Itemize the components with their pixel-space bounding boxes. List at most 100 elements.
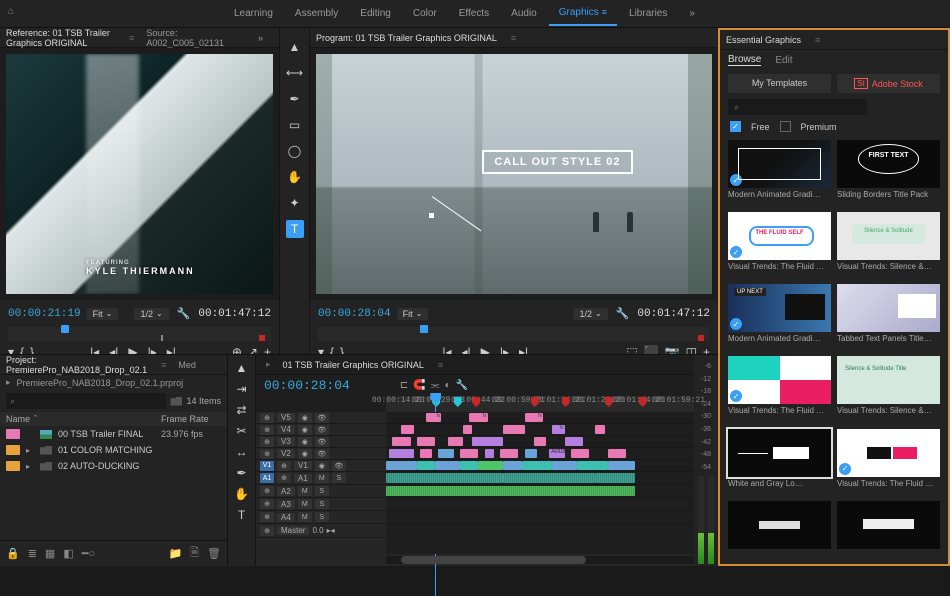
trash-icon[interactable]: 🗑 [207, 547, 221, 560]
eg-tab-edit[interactable]: Edit [775, 55, 792, 66]
ref-res-dropdown[interactable]: 1/2 [134, 308, 168, 320]
track-headers: ⊕V5◉👁 ⊕V4◉👁 ⊕V3◉👁 ⊕V2◉👁 V1⊕V1◉👁 A1⊕A1MS … [256, 412, 386, 554]
pen-tool-icon[interactable]: ✒ [236, 466, 246, 480]
new-bin-icon[interactable]: 📁 [168, 547, 182, 560]
ws-learning[interactable]: Learning [224, 2, 283, 25]
tab-sequence[interactable]: 01 TSB Trailer Graphics ORIGINAL [283, 360, 424, 370]
eg-template[interactable]: Tabbed Text Panels Title… [837, 284, 940, 352]
snap-icon[interactable]: 🧲 [413, 380, 425, 391]
ws-color[interactable]: Color [403, 2, 447, 25]
selection-tool-icon[interactable]: ▲ [236, 361, 248, 375]
marker-span-icon[interactable]: ◐ [445, 380, 451, 391]
list-view-icon[interactable]: ≣ [28, 547, 37, 560]
ws-effects[interactable]: Effects [449, 2, 499, 25]
eg-source-adobe-stock[interactable]: StAdobe Stock [837, 74, 940, 93]
razor-tool-icon[interactable]: ✂ [236, 424, 246, 438]
ws-editing[interactable]: Editing [350, 2, 401, 25]
tab-media[interactable]: Med [178, 360, 196, 370]
timeline-tracks[interactable]: A003 [386, 412, 694, 554]
eg-template[interactable]: Visual Trends: Silence &… [837, 356, 940, 424]
sort-asc-icon[interactable]: ˆ [34, 414, 37, 424]
hand-tool-icon[interactable]: ✋ [286, 168, 304, 186]
nest-icon[interactable]: ⊏ [400, 380, 408, 391]
new-item-icon[interactable]: 🗎 [190, 544, 199, 563]
rectangle-tool-icon[interactable]: ▭ [286, 116, 304, 134]
reference-video[interactable]: FEATURINGKYLE THIERMANN [6, 54, 273, 294]
ripple-edit-icon[interactable]: ⇄ [236, 403, 246, 417]
ref-time-ruler[interactable] [8, 327, 271, 341]
eg-template[interactable] [728, 501, 831, 560]
settings-icon[interactable]: 🔧 [456, 380, 468, 391]
bin-back-icon[interactable]: ▸ [6, 377, 11, 388]
source-patch-icon[interactable]: ▸ [266, 359, 271, 370]
slip-tool-icon[interactable]: ↔ [236, 445, 248, 459]
ws-audio[interactable]: Audio [501, 2, 547, 25]
eg-template[interactable]: ✓Visual Trends: The Fluid … [728, 212, 831, 280]
track-select-icon[interactable]: ⇥ [236, 382, 246, 396]
timeline-timecode[interactable]: 00:00:28:04 [264, 378, 350, 393]
linked-selection-icon[interactable]: ⫘ [431, 380, 440, 391]
tab-program[interactable]: Program: 01 TSB Trailer Graphics ORIGINA… [316, 33, 497, 43]
checkbox-premium[interactable] [780, 121, 791, 132]
prog-timecode-current[interactable]: 00:00:28:04 [318, 308, 391, 320]
eg-search-input[interactable] [728, 99, 867, 115]
icon-view-icon[interactable]: ▦ [45, 547, 55, 560]
folder-icon [40, 462, 52, 471]
wrench-icon[interactable]: 🔧 [614, 305, 632, 322]
mix-icon[interactable]: ▸◂ [327, 526, 335, 535]
type-tool-icon[interactable]: T [286, 220, 304, 238]
eg-template-grid[interactable]: ✓Modern Animated Gradi… Sliding Borders … [720, 136, 948, 564]
home-icon[interactable]: ⌂ [8, 6, 24, 22]
tab-reference[interactable]: Reference: 01 TSB Trailer Graphics ORIGI… [6, 28, 115, 48]
eg-source-my-templates[interactable]: My Templates [728, 74, 831, 93]
eg-template[interactable]: Visual Trends: Silence &… [837, 212, 940, 280]
ws-overflow[interactable]: » [679, 4, 705, 23]
wrench-icon[interactable]: 🔧 [175, 305, 193, 322]
project-filename: PremierePro_NAB2018_Drop_02.1.prproj [17, 378, 184, 388]
tab-essential-graphics[interactable]: Essential Graphics [726, 35, 801, 45]
prog-res-dropdown[interactable]: 1/2 [573, 308, 607, 320]
eg-template[interactable]: ✓Modern Animated Gradi… [728, 140, 831, 208]
project-search-input[interactable] [6, 393, 166, 409]
eg-template[interactable] [837, 501, 940, 560]
project-item[interactable]: ▸ 02 AUTO-DUCKING [0, 458, 227, 474]
eg-template[interactable]: White and Gray Lo… [728, 429, 831, 497]
freeform-view-icon[interactable]: ◧ [63, 547, 73, 560]
pen-tool-icon[interactable]: ✒ [286, 90, 304, 108]
lock-icon[interactable]: 🔒 [6, 547, 20, 560]
program-video[interactable]: CALL OUT STYLE 02 [316, 54, 712, 294]
tab-source[interactable]: Source: A002_C005_02131 [146, 28, 224, 48]
brush-tool-icon[interactable]: ✦ [286, 194, 304, 212]
eg-template[interactable]: ✓Modern Animated Gradi… [728, 284, 831, 352]
project-item[interactable]: 00 TSB Trailer FINAL23.976 fps [0, 426, 227, 442]
project-item[interactable]: ▸ 01 COLOR MATCHING [0, 442, 227, 458]
eg-template[interactable]: ✓Visual Trends: The Fluid … [728, 356, 831, 424]
tab-project[interactable]: Project: PremierePro_NAB2018_Drop_02.1 [6, 355, 147, 375]
callout-graphic[interactable]: CALL OUT STYLE 02 [482, 150, 632, 174]
timeline-ruler[interactable]: 00:00:14:23 00:00:29:23 00:00:44:22 00:0… [386, 396, 694, 412]
eg-template[interactable]: ✓Visual Trends: The Fluid … [837, 429, 940, 497]
prog-time-ruler[interactable] [318, 327, 710, 341]
vertical-type-tool-icon[interactable]: ⟷ [286, 64, 304, 82]
selection-tool-icon[interactable]: ▲ [286, 38, 304, 56]
eg-tab-browse[interactable]: Browse [728, 54, 761, 66]
type-tool-icon[interactable]: T [238, 508, 245, 522]
project-panel: Project: PremierePro_NAB2018_Drop_02.1≡ … [0, 355, 228, 566]
ws-assembly[interactable]: Assembly [285, 2, 348, 25]
zoom-slider[interactable]: ━○ [82, 547, 95, 560]
program-monitor: Program: 01 TSB Trailer Graphics ORIGINA… [310, 28, 718, 354]
hand-tool-icon[interactable]: ✋ [234, 487, 249, 501]
prog-zoom-dropdown[interactable]: Fit [397, 308, 429, 320]
ref-timecode-current[interactable]: 00:00:21:19 [8, 308, 81, 320]
ref-overflow[interactable]: » [248, 29, 273, 47]
project-list[interactable]: 00 TSB Trailer FINAL23.976 fps ▸ 01 COLO… [0, 426, 227, 540]
ws-libraries[interactable]: Libraries [619, 2, 677, 25]
ref-zoom-dropdown[interactable]: Fit [87, 308, 119, 320]
ws-graphics[interactable]: Graphics≡ [549, 1, 617, 26]
bin-icon[interactable] [170, 397, 182, 406]
checkbox-free[interactable]: ✓ [730, 121, 741, 132]
eg-template[interactable]: Sliding Borders Title Pack [837, 140, 940, 208]
timeline-zoom-scrollbar[interactable] [386, 556, 694, 564]
prog-timecode-duration: 00:01:47:12 [637, 308, 710, 320]
ellipse-tool-icon[interactable]: ◯ [286, 142, 304, 160]
